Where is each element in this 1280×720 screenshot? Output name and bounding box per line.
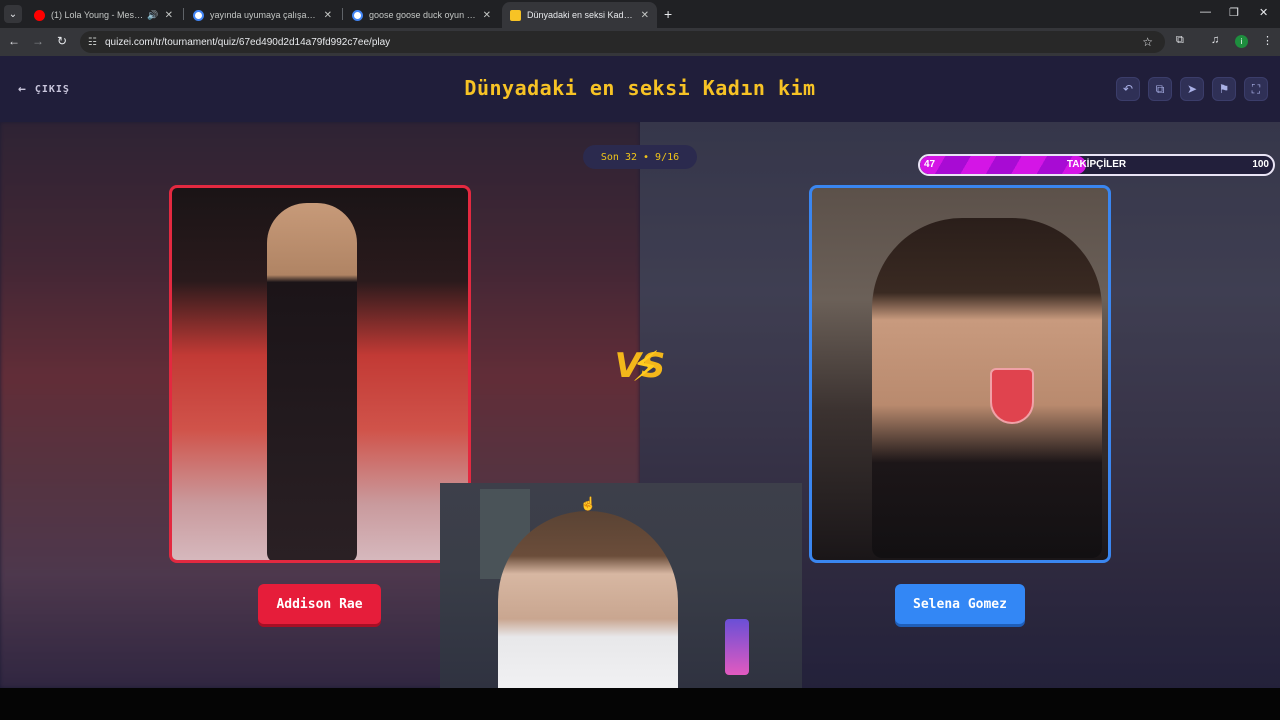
send-button[interactable]: ➤	[1180, 77, 1204, 101]
google-favicon-icon	[193, 9, 204, 21]
exit-button[interactable]: ← ÇIKIŞ	[18, 82, 70, 97]
followers-goal: 100	[1252, 159, 1269, 170]
undo-button[interactable]: ↶	[1116, 77, 1140, 101]
fullscreen-button[interactable]: ⛶	[1244, 77, 1268, 101]
close-tab-icon[interactable]: ✕	[324, 10, 332, 21]
browser-tab-strip: ⌄ (1) Lola Young - Messy (Offi 🔊 ✕ yayın…	[0, 0, 1280, 28]
followers-progress-bar: 47 TAKİPÇİLER 100	[918, 154, 1275, 176]
contestant-photo-left	[267, 203, 357, 560]
browser-tab-active[interactable]: Dünyadaki en seksi Kadın kim ✕	[502, 2, 657, 28]
hand-cursor-icon: ☝	[580, 496, 597, 511]
bookmark-star-icon[interactable]: ☆	[1142, 35, 1153, 49]
report-button[interactable]: ⚑	[1212, 77, 1236, 101]
quiz-header: ← ÇIKIŞ Dünyadaki en seksi Kadın kim ↶ ⧉…	[0, 56, 1280, 122]
select-right-button[interactable]: Selena Gomez	[895, 584, 1025, 624]
browser-tab[interactable]: goose goose duck oyun nasıl - ✕	[344, 2, 499, 28]
select-left-button[interactable]: Addison Rae	[258, 584, 381, 624]
contestant-photo-right	[872, 218, 1102, 558]
forward-icon[interactable]: →	[30, 34, 46, 48]
send-icon: ➤	[1186, 82, 1198, 96]
chevron-down-icon: ⌄	[8, 8, 18, 20]
close-tab-icon[interactable]: ✕	[165, 10, 173, 21]
close-window-icon[interactable]: ✕	[1259, 6, 1268, 19]
reload-icon[interactable]: ↻	[54, 34, 70, 48]
tab-title: yayında uyumaya çalışan kadın	[210, 10, 318, 20]
versus-badge: VS ⚡	[609, 342, 671, 398]
undo-icon: ↶	[1122, 82, 1134, 96]
menu-kebab-icon[interactable]: ⋮	[1262, 34, 1273, 47]
google-favicon-icon	[352, 9, 363, 21]
address-bar[interactable]: ☷ quizei.com/tr/tournament/quiz/67ed490d…	[80, 31, 1165, 53]
url-text: quizei.com/tr/tournament/quiz/67ed490d2d…	[104, 36, 391, 48]
contestant-card-left[interactable]	[169, 185, 471, 563]
youtube-favicon-icon	[34, 9, 45, 21]
audio-icon[interactable]: 🔊	[147, 10, 158, 21]
share-button[interactable]: ⧉	[1148, 77, 1172, 101]
round-indicator: Son 32 • 9/16	[583, 145, 697, 169]
tab-title: (1) Lola Young - Messy (Offi	[51, 10, 144, 20]
close-tab-icon[interactable]: ✕	[641, 10, 649, 21]
new-tab-button[interactable]: +	[664, 6, 672, 22]
browser-tab[interactable]: (1) Lola Young - Messy (Offi 🔊 ✕	[26, 2, 181, 28]
fullscreen-icon: ⛶	[1251, 81, 1261, 96]
letterbox-bar	[0, 688, 1280, 720]
quiz-title: Dünyadaki en seksi Kadın kim	[464, 76, 816, 100]
tab-title: goose goose duck oyun nasıl -	[369, 10, 477, 20]
tab-separator	[183, 8, 184, 20]
lightning-bolt-icon: ⚡	[631, 342, 661, 391]
browser-toolbar: ← → ↻ ☷ quizei.com/tr/tournament/quiz/67…	[0, 28, 1280, 56]
arrow-left-icon: ←	[18, 82, 27, 97]
tab-list-button[interactable]: ⌄	[4, 5, 22, 23]
restore-icon[interactable]: ❐	[1229, 6, 1239, 19]
webcam-overlay	[440, 483, 802, 688]
cocktail-glass	[990, 368, 1034, 424]
media-control-icon[interactable]: ♫	[1211, 34, 1219, 46]
extensions-icon[interactable]: ⧉	[1176, 34, 1184, 47]
share-icon: ⧉	[1155, 81, 1165, 96]
close-tab-icon[interactable]: ✕	[483, 10, 491, 21]
tab-title: Dünyadaki en seksi Kadın kim	[527, 10, 635, 20]
webcam-rgb-lamp	[725, 619, 749, 675]
webcam-streamer	[498, 511, 678, 688]
browser-tab[interactable]: yayında uyumaya çalışan kadın ✕	[185, 2, 340, 28]
minimize-icon[interactable]: —	[1200, 6, 1211, 18]
back-icon[interactable]: ←	[6, 34, 22, 48]
flag-icon: ⚑	[1218, 82, 1230, 96]
exit-label: ÇIKIŞ	[34, 84, 70, 95]
quiz-page: ← ÇIKIŞ Dünyadaki en seksi Kadın kim ↶ ⧉…	[0, 56, 1280, 688]
quizei-favicon-icon	[510, 9, 521, 21]
followers-label: TAKİPÇİLER	[1066, 159, 1127, 170]
profile-avatar[interactable]: i	[1235, 35, 1248, 48]
site-info-icon[interactable]: ☷	[88, 37, 97, 48]
tab-separator	[342, 8, 343, 20]
contestant-card-right[interactable]	[809, 185, 1111, 563]
